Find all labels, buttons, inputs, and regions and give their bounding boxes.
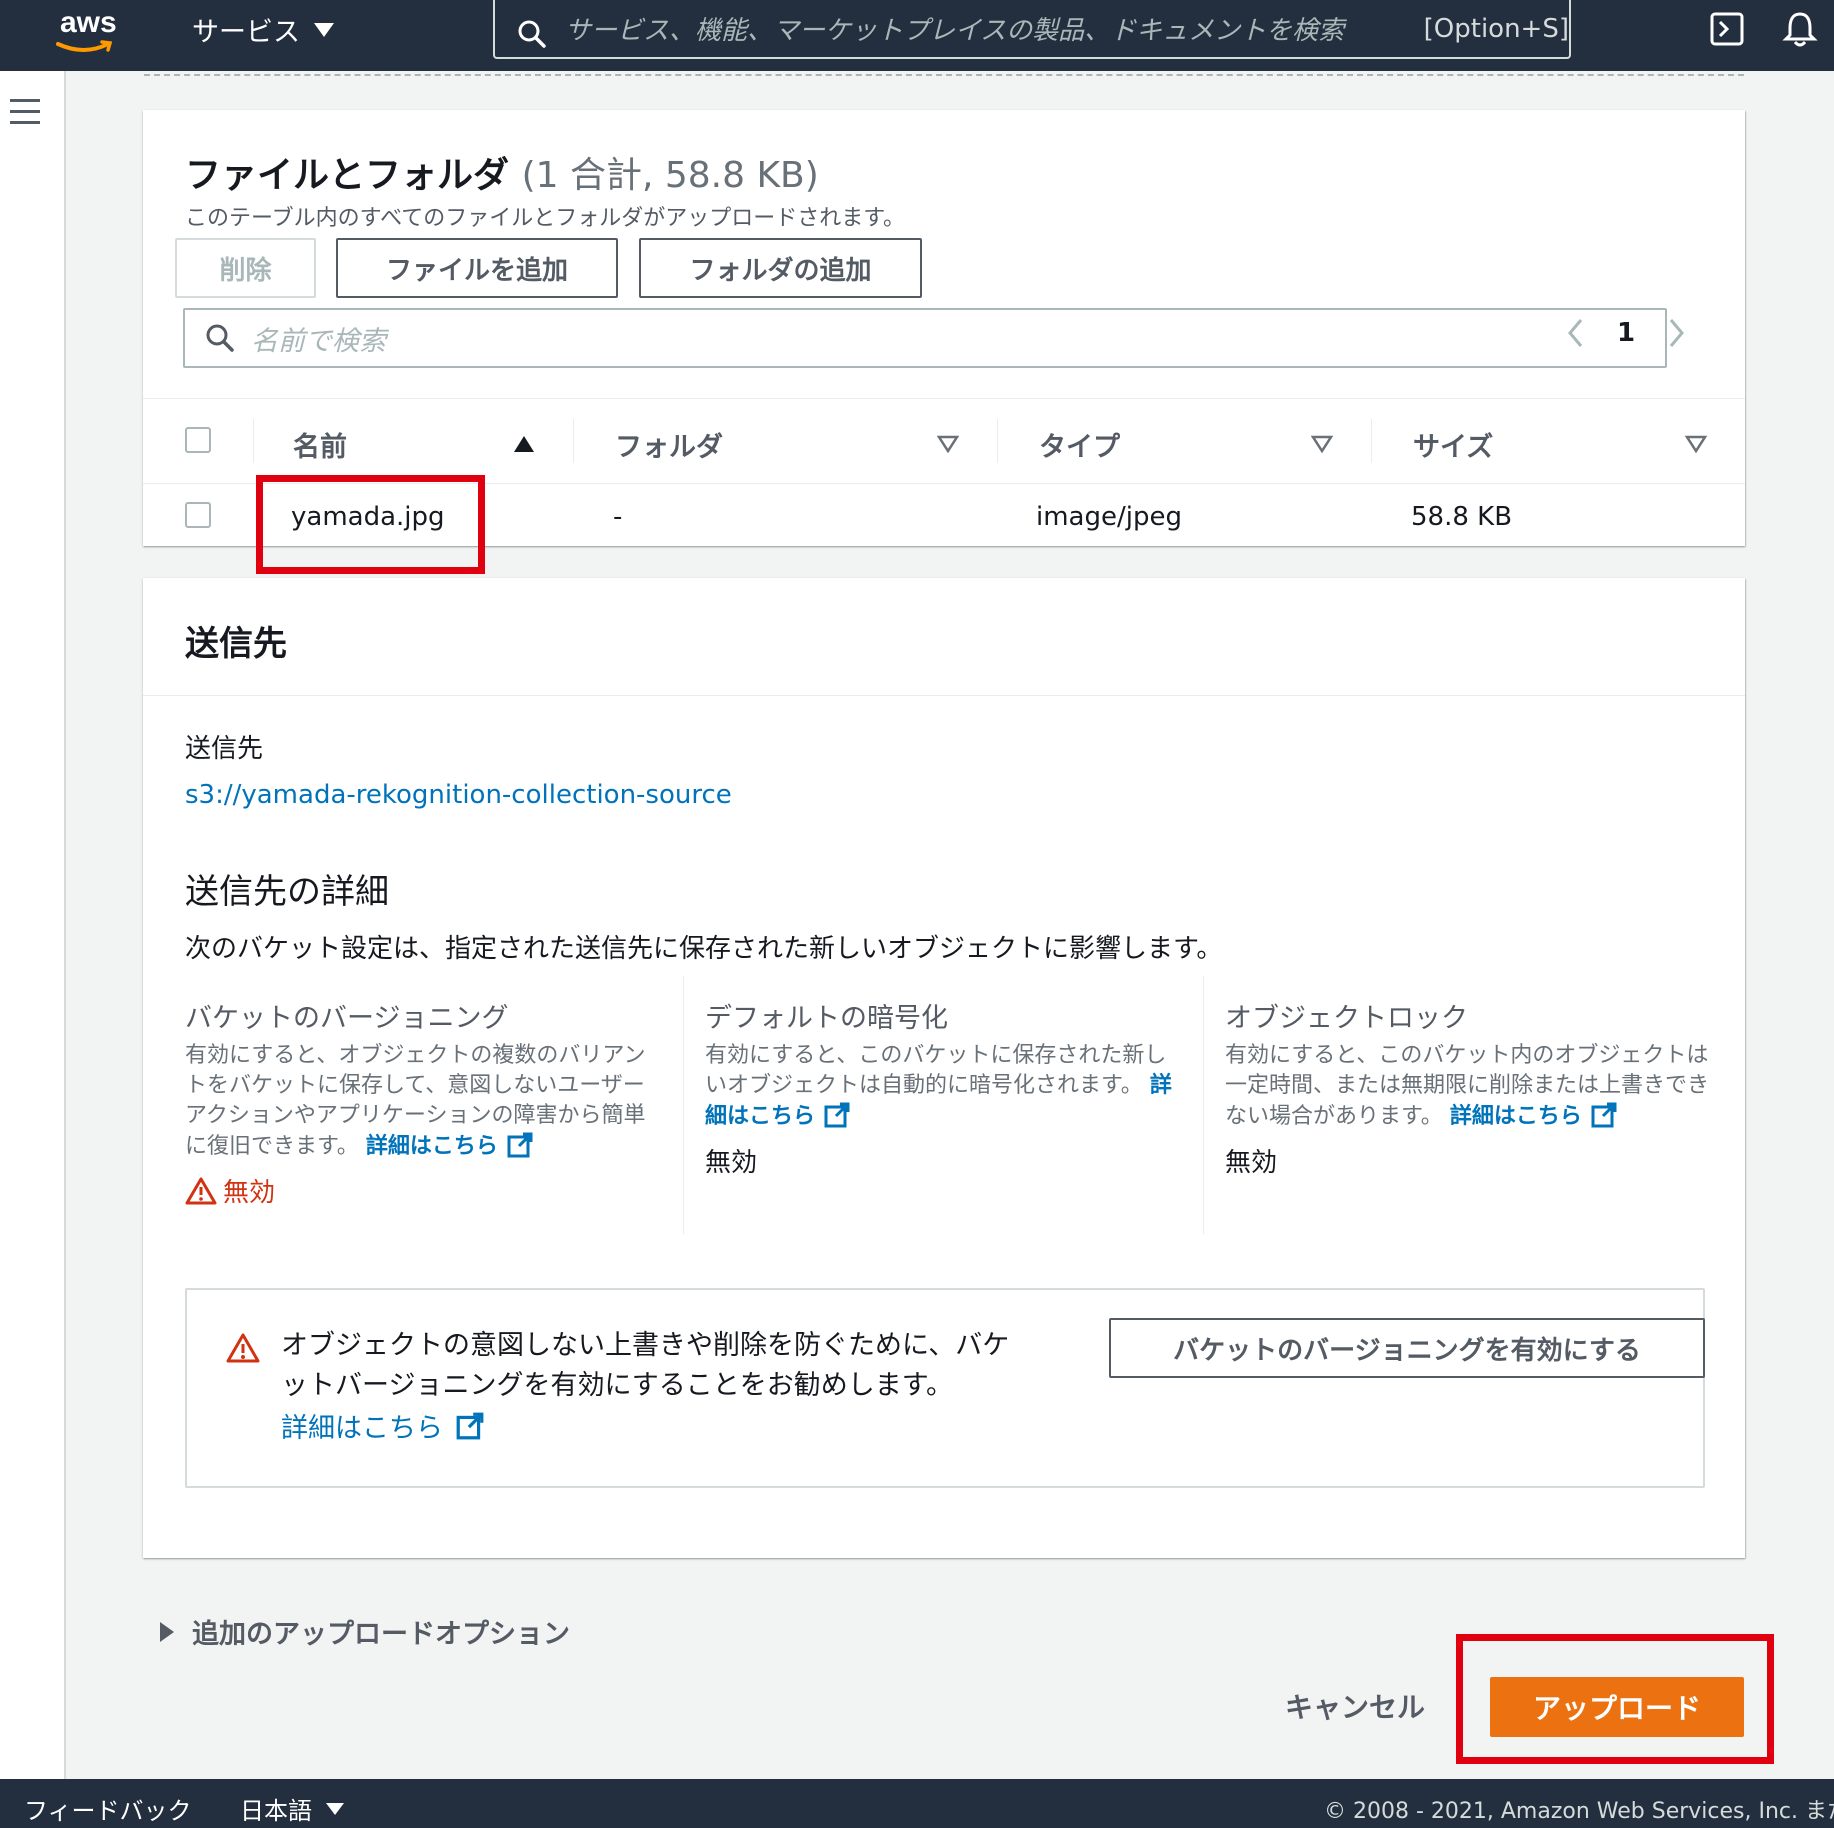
select-all-checkbox[interactable] — [185, 427, 211, 453]
services-label: サービス — [192, 17, 300, 48]
chevron-right-icon[interactable] — [1665, 316, 1687, 350]
column-divider — [573, 419, 574, 463]
files-description: このテーブル内のすべてのファイルとフォルダがアップロードされます。 — [185, 206, 906, 231]
column-header-folder[interactable]: フォルダ — [615, 425, 723, 464]
column-divider — [683, 976, 684, 1234]
destination-url-link[interactable]: s3://yamada-rekognition-collection-sourc… — [185, 780, 732, 810]
file-folder: - — [613, 502, 623, 532]
default-encryption-setting: デフォルトの暗号化 有効にすると、このバケットに保存された新しいオブジェクトは自… — [705, 996, 1185, 1179]
sort-icon[interactable] — [1685, 435, 1707, 453]
encryption-title: デフォルトの暗号化 — [705, 1003, 948, 1034]
chevron-down-icon — [326, 1802, 344, 1815]
aws-logo-text: aws — [60, 6, 117, 39]
files-title: ファイルとフォルダ (1 合計, 58.8 KB) — [185, 146, 819, 198]
caret-right-icon — [160, 1621, 174, 1642]
additional-upload-options-label: 追加のアップロードオプション — [192, 1619, 570, 1650]
top-navigation: aws サービス サービス、機能、マーケットプレイスの製品、ドキュメントを検索 … — [0, 0, 1834, 71]
additional-upload-options-toggle[interactable]: 追加のアップロードオプション — [160, 1612, 570, 1651]
object-lock-learn-more-link[interactable]: 詳細はこちら — [1450, 1102, 1618, 1129]
row-checkbox[interactable] — [185, 502, 211, 528]
file-type: image/jpeg — [1036, 502, 1182, 532]
enable-versioning-button[interactable]: バケットのバージョニングを有効にする — [1109, 1318, 1705, 1378]
highlight-box-filename — [256, 475, 485, 574]
warning-icon — [185, 1177, 217, 1204]
language-label: 日本語 — [240, 1797, 312, 1825]
file-size: 58.8 KB — [1411, 502, 1513, 532]
cancel-button[interactable]: キャンセル — [1270, 1676, 1440, 1736]
column-divider — [253, 419, 254, 463]
versioning-recommendation-alert: オブジェクトの意図しない上書きや削除を防ぐために、バケットバージョニングを有効に… — [185, 1288, 1705, 1488]
object-lock-description: 有効にすると、このバケット内のオブジェクトは一定時間、または無期限に削除または上… — [1225, 1043, 1710, 1129]
versioning-title: バケットのバージョニング — [185, 1003, 509, 1034]
aws-logo[interactable]: aws — [56, 6, 132, 56]
versioning-description: 有効にすると、オブジェクトの複数のバリアントをバケットに保存して、意図しないユー… — [185, 1043, 646, 1159]
warning-learn-more-link[interactable]: 詳細はこちら — [281, 1406, 485, 1445]
column-header-type[interactable]: タイプ — [1039, 425, 1120, 464]
global-search[interactable]: サービス、機能、マーケットプレイスの製品、ドキュメントを検索 [Option+S… — [493, 0, 1571, 59]
name-search-placeholder: 名前で検索 — [251, 325, 386, 357]
destination-details-description: 次のバケット設定は、指定された送信先に保存された新しいオブジェクトに影響します。 — [185, 934, 1223, 964]
highlight-box-upload — [1456, 1634, 1774, 1764]
column-divider — [997, 419, 998, 463]
destination-panel: 送信先 送信先 s3://yamada-rekognition-collecti… — [143, 578, 1745, 1558]
page-number[interactable]: 1 — [1617, 318, 1635, 348]
object-lock-title: オブジェクトロック — [1225, 1003, 1468, 1034]
search-icon — [206, 324, 234, 352]
external-link-icon — [456, 1412, 484, 1439]
destination-label: 送信先 — [185, 734, 264, 764]
search-icon — [518, 20, 546, 48]
warning-text: オブジェクトの意図しない上書きや削除を防ぐために、バケットバージョニングを有効に… — [281, 1330, 1010, 1401]
chevron-left-icon[interactable] — [1565, 316, 1587, 350]
warning-icon — [226, 1333, 260, 1363]
versioning-learn-more-link[interactable]: 詳細はこちら — [366, 1132, 534, 1159]
notification-bell-icon[interactable] — [1782, 10, 1818, 48]
dropzone-border — [144, 74, 1744, 76]
aws-smile-icon — [56, 40, 113, 52]
column-divider — [1371, 419, 1372, 463]
external-link-icon — [824, 1102, 850, 1128]
sort-ascending-icon[interactable] — [513, 435, 535, 453]
side-navigation-rail — [0, 71, 66, 1779]
cloudshell-icon[interactable] — [1710, 12, 1744, 46]
column-divider — [1203, 976, 1204, 1234]
external-link-icon — [1591, 1102, 1616, 1128]
versioning-value: 無効 — [185, 1172, 665, 1209]
delete-button[interactable]: 削除 — [175, 238, 316, 298]
destination-details-title: 送信先の詳細 — [185, 872, 389, 912]
copyright: © 2008 - 2021, Amazon Web Services, Inc.… — [1324, 1799, 1834, 1824]
object-lock-setting: オブジェクトロック 有効にすると、このバケット内のオブジェクトは一定時間、または… — [1225, 996, 1715, 1179]
menu-icon[interactable] — [10, 99, 40, 132]
chevron-down-icon — [314, 22, 334, 37]
footer: フィードバック 日本語 © 2008 - 2021, Amazon Web Se… — [0, 1779, 1834, 1828]
add-folder-button[interactable]: フォルダの追加 — [639, 238, 922, 298]
column-header-name[interactable]: 名前 — [293, 425, 347, 464]
files-title-text: ファイルとフォルダ — [185, 155, 510, 196]
name-search-input[interactable]: 名前で検索 — [183, 308, 1667, 368]
add-files-button[interactable]: ファイルを追加 — [336, 238, 618, 298]
object-lock-value: 無効 — [1225, 1148, 1278, 1178]
encryption-description: 有効にすると、このバケットに保存された新しいオブジェクトは自動的に暗号化されます… — [705, 1043, 1172, 1129]
sort-icon[interactable] — [1311, 435, 1333, 453]
sort-icon[interactable] — [937, 435, 959, 453]
global-search-placeholder: サービス、機能、マーケットプレイスの製品、ドキュメントを検索 — [564, 16, 1345, 46]
search-shortcut: [Option+S] — [1423, 13, 1569, 44]
table-header: 名前 フォルダ タイプ サイズ — [143, 398, 1745, 484]
feedback-link[interactable]: フィードバック — [24, 1791, 192, 1826]
destination-header: 送信先 — [143, 578, 1745, 696]
services-menu[interactable]: サービス — [192, 10, 334, 49]
pagination: 1 — [1565, 316, 1687, 350]
column-header-size[interactable]: サイズ — [1413, 425, 1493, 464]
language-selector[interactable]: 日本語 — [240, 1791, 344, 1826]
files-count: (1 合計, 58.8 KB) — [521, 155, 819, 196]
encryption-value: 無効 — [705, 1148, 758, 1178]
destination-header-title: 送信先 — [185, 624, 287, 664]
external-link-icon — [507, 1132, 532, 1158]
bucket-versioning-setting: バケットのバージョニング 有効にすると、オブジェクトの複数のバリアントをバケット… — [185, 996, 665, 1209]
